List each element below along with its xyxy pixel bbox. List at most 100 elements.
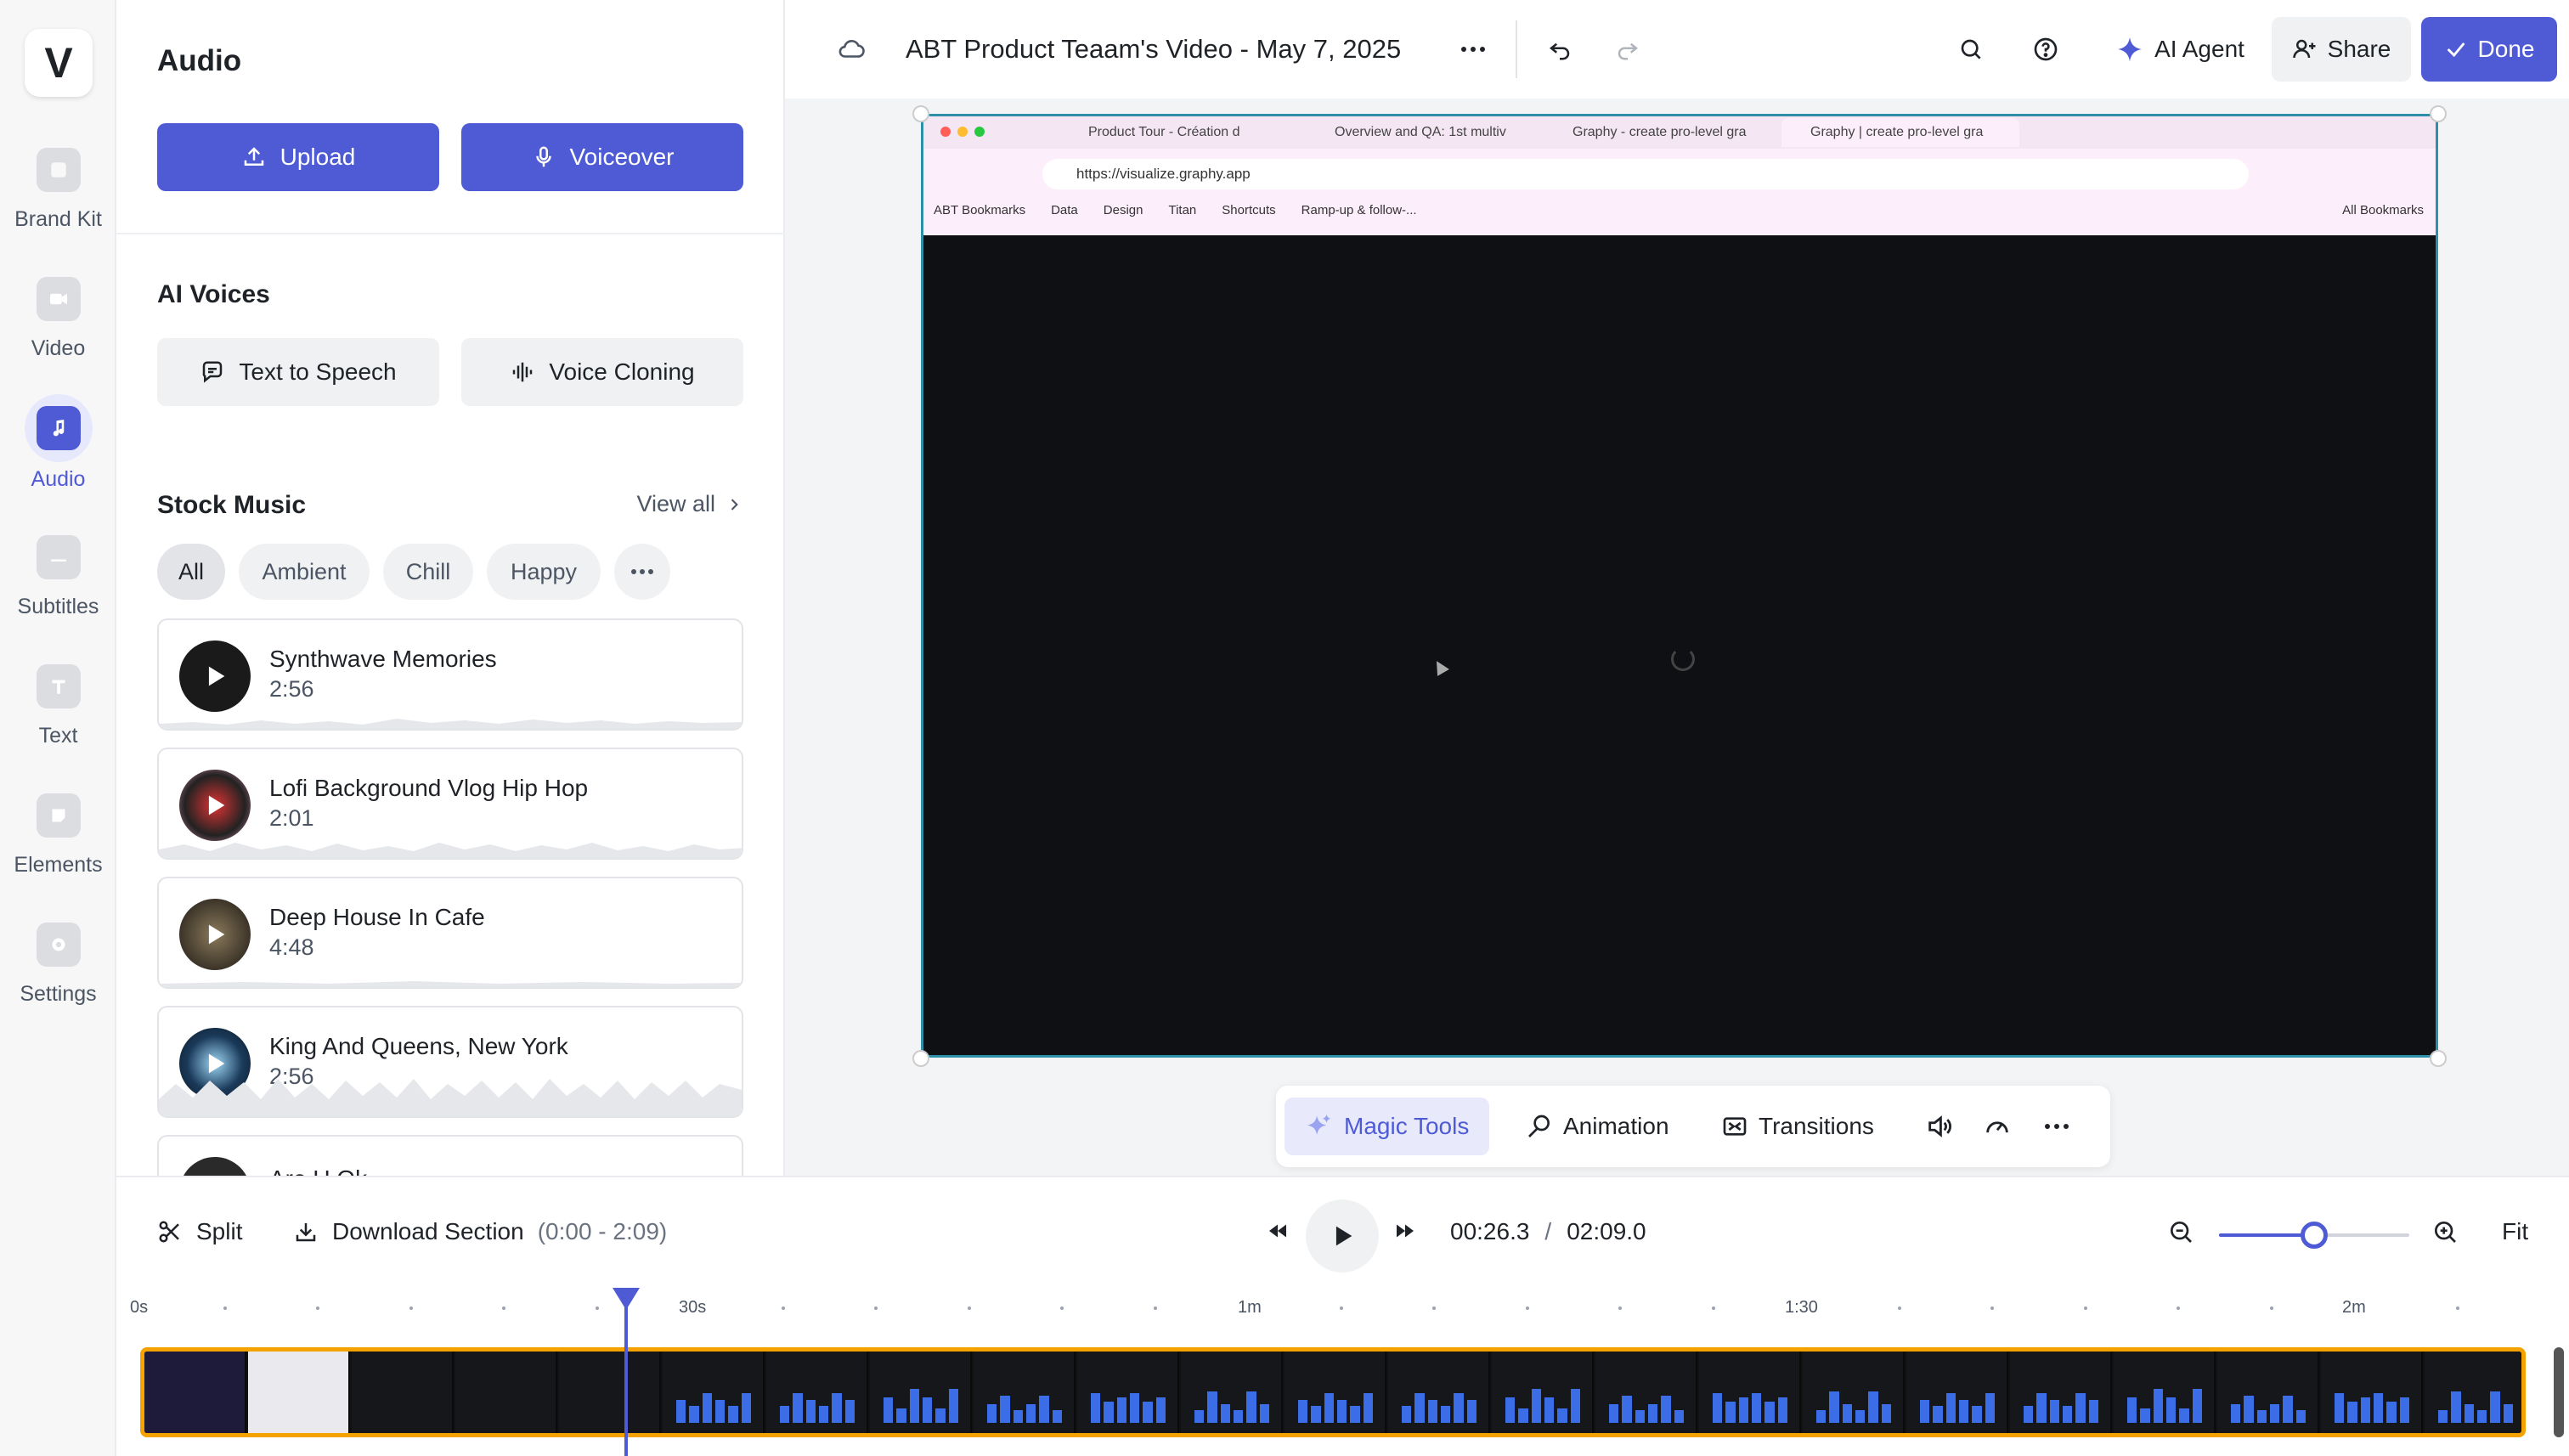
playhead[interactable] — [613, 1288, 640, 1456]
text-to-speech-button[interactable]: Text to Speech — [157, 338, 439, 406]
redo-button[interactable] — [1602, 17, 1653, 82]
more-filters-button[interactable] — [614, 544, 670, 600]
frame-bar — [2062, 1406, 2073, 1423]
search-button[interactable] — [1945, 17, 1996, 82]
done-button[interactable]: Done — [2421, 17, 2557, 82]
frame-bars — [1091, 1380, 1166, 1423]
rail-item-settings[interactable]: Settings — [0, 902, 116, 1021]
frame-bar — [1402, 1406, 1412, 1423]
clip-frame — [766, 1352, 868, 1433]
frame-bars — [1816, 1380, 1891, 1423]
playhead-handle[interactable] — [613, 1288, 640, 1310]
share-button[interactable]: Share — [2272, 17, 2411, 82]
frame-bars — [2335, 1380, 2409, 1423]
more-horizontal-icon — [631, 569, 653, 574]
frame-bars — [1402, 1380, 1476, 1423]
fit-button[interactable]: Fit — [2502, 1218, 2528, 1245]
video-clip[interactable] — [140, 1347, 2526, 1437]
rail-item-text[interactable]: Text — [0, 644, 116, 763]
clip-frame — [1595, 1352, 1697, 1433]
resize-handle[interactable] — [2430, 1050, 2447, 1067]
frame-bar — [1466, 1399, 1476, 1423]
magic-tools-button[interactable]: Magic Tools — [1284, 1098, 1490, 1155]
current-time: 00:26.3 — [1450, 1218, 1530, 1244]
ruler-label: 1:30 — [1785, 1298, 1818, 1317]
filter-chip-ambient[interactable]: Ambient — [239, 544, 370, 600]
resize-handle[interactable] — [912, 105, 929, 122]
voice-cloning-button[interactable]: Voice Cloning — [461, 338, 743, 406]
clip-frame — [455, 1352, 557, 1433]
rail-item-elements[interactable]: Elements — [0, 773, 116, 892]
ai-agent-label: AI Agent — [2154, 36, 2244, 62]
more-options-button[interactable] — [2032, 1098, 2081, 1155]
track-play-icon[interactable] — [179, 770, 251, 841]
rewind-button[interactable] — [1265, 1218, 1290, 1244]
voiceover-button[interactable]: Voiceover — [461, 123, 743, 191]
frame-bar — [1972, 1406, 1982, 1423]
frame-bar — [1738, 1397, 1748, 1423]
ruler-tick — [223, 1306, 227, 1310]
frame-bar — [702, 1393, 712, 1423]
transitions-button[interactable]: Transitions — [1701, 1098, 1894, 1155]
rail-label: Settings — [20, 982, 97, 1006]
frame-bar — [793, 1393, 803, 1423]
app-logo[interactable]: V — [25, 29, 93, 97]
animation-button[interactable]: Animation — [1505, 1098, 1690, 1155]
video-preview[interactable]: Product Tour - Création d Overview and Q… — [921, 114, 2438, 1058]
resize-handle[interactable] — [2430, 105, 2447, 122]
music-track[interactable]: Synthwave Memories 2:56 — [157, 618, 743, 731]
clip-frame — [1181, 1352, 1283, 1433]
track-play-icon[interactable] — [179, 899, 251, 970]
ai-agent-button[interactable]: AI Agent — [2095, 17, 2265, 82]
frame-bar — [1259, 1403, 1269, 1423]
rail-label: Brand Kit — [14, 207, 102, 231]
frame-bar — [1557, 1408, 1567, 1423]
volume-button[interactable] — [1913, 1098, 1966, 1155]
rail-item-video[interactable]: Video — [0, 257, 116, 375]
music-track[interactable]: King And Queens, New York 2:56 — [157, 1006, 743, 1118]
rail-item-subtitles[interactable]: Subtitles — [0, 515, 116, 634]
help-button[interactable] — [2020, 17, 2071, 82]
cloud-save-button[interactable] — [826, 17, 877, 82]
project-menu-button[interactable] — [1448, 17, 1499, 82]
track-play-icon[interactable] — [179, 641, 251, 712]
clip-frame — [1699, 1352, 1801, 1433]
animation-icon — [1528, 1115, 1550, 1137]
download-section-button[interactable]: Download Section (0:00 - 2:09) — [293, 1218, 667, 1245]
more-horizontal-icon — [1461, 47, 1485, 52]
fast-forward-button[interactable] — [1392, 1218, 1418, 1244]
filter-chip-happy[interactable]: Happy — [487, 544, 601, 600]
zoom-out-button[interactable] — [2167, 1218, 2194, 1245]
frame-bar — [987, 1403, 997, 1423]
play-button[interactable] — [1306, 1199, 1379, 1273]
speed-button[interactable] — [1971, 1098, 2024, 1155]
music-note-icon — [36, 406, 81, 450]
zoom-slider-knob[interactable] — [2301, 1222, 2328, 1249]
view-all-link[interactable]: View all — [636, 491, 742, 517]
timeline-scrollbar[interactable] — [2554, 1347, 2564, 1437]
zoom-slider[interactable] — [2219, 1222, 2409, 1249]
rail-item-audio[interactable]: Audio — [0, 386, 116, 505]
frame-bar — [1246, 1391, 1256, 1423]
time-ruler[interactable]: 0s 30s 1m 1:30 2m — [116, 1288, 2569, 1330]
frame-bar — [1868, 1391, 1878, 1423]
split-button[interactable]: Split — [157, 1218, 242, 1245]
frame-bar — [2464, 1403, 2474, 1423]
ruler-tick — [1432, 1306, 1436, 1310]
ruler-tick — [1897, 1306, 1901, 1310]
undo-button[interactable] — [1534, 17, 1585, 82]
clip-frame — [144, 1352, 246, 1433]
music-track[interactable]: Lofi Background Vlog Hip Hop 2:01 — [157, 748, 743, 860]
music-track[interactable]: Deep House In Cafe 4:48 — [157, 877, 743, 989]
frame-bars — [1298, 1380, 1373, 1423]
filter-chip-all[interactable]: All — [157, 544, 225, 600]
resize-handle[interactable] — [912, 1050, 929, 1067]
project-title[interactable]: ABT Product Teaam's Video - May 7, 2025 — [906, 34, 1401, 65]
zoom-in-button[interactable] — [2431, 1218, 2459, 1245]
upload-button[interactable]: Upload — [157, 123, 439, 191]
filter-chip-chill[interactable]: Chill — [383, 544, 473, 600]
frame-bar — [2231, 1403, 2241, 1423]
frame-bar — [1505, 1397, 1516, 1423]
frame-bar — [676, 1399, 686, 1423]
rail-item-brand-kit[interactable]: Brand Kit — [0, 127, 116, 246]
